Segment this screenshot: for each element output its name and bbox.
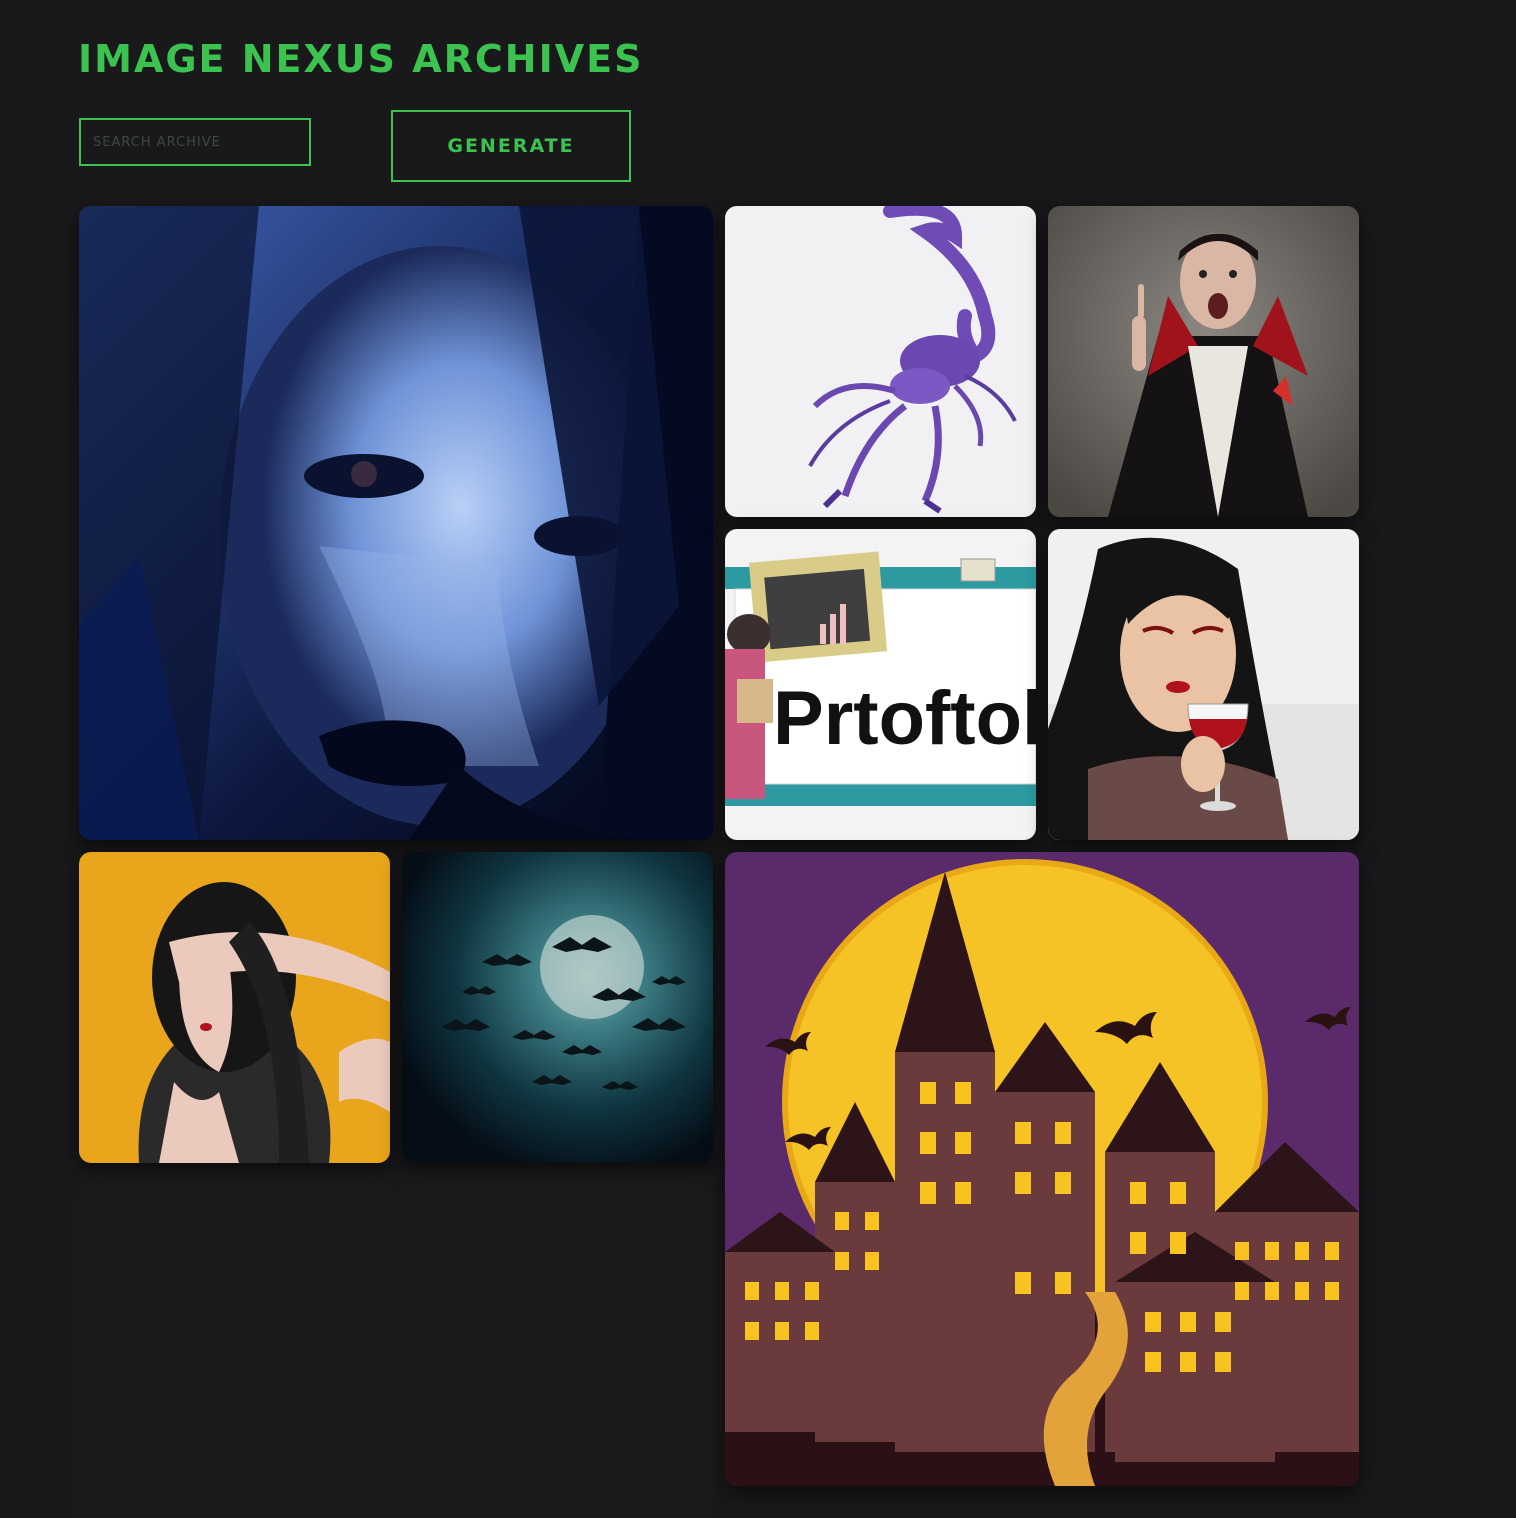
generate-button[interactable]: GENERATE xyxy=(391,110,631,182)
page: IMAGE NEXUS ARCHIVES GENERATE xyxy=(0,0,1516,1518)
portfolio-image-text: Prtoftol xyxy=(773,676,1036,761)
gallery-image-vampire-woman-wine[interactable] xyxy=(1048,529,1359,840)
gallery-image-haunted-castle-moon[interactable] xyxy=(725,852,1359,1486)
gallery-image-portfolio-illustration[interactable]: Prtoftol xyxy=(725,529,1036,840)
gallery-image-woman-yellow-background[interactable] xyxy=(79,852,390,1163)
gallery-image-blue-gothic-portrait[interactable] xyxy=(79,206,713,840)
search-input[interactable] xyxy=(79,118,311,166)
page-title: IMAGE NEXUS ARCHIVES xyxy=(78,37,644,81)
gallery-image-purple-scorpion[interactable] xyxy=(725,206,1036,517)
gallery-image-vampire-man[interactable] xyxy=(1048,206,1359,517)
gallery-image-bats-full-moon[interactable] xyxy=(402,852,713,1163)
gallery-column-background xyxy=(79,1170,713,1518)
